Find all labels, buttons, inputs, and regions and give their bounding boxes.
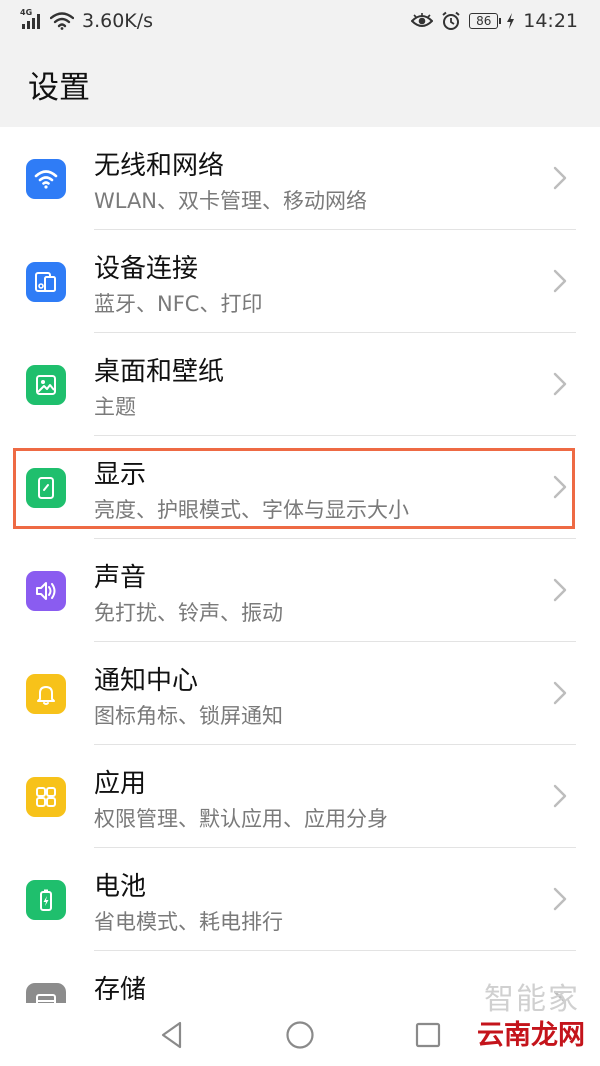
cellular-signal-icon: 4G [20,8,40,29]
chevron-right-icon [553,681,567,705]
watermark: 智能家 云南龙网 [474,982,588,1054]
settings-item-title: 桌面和壁纸 [94,357,225,387]
settings-item-title: 显示 [94,460,147,490]
chevron-right-icon [553,475,567,499]
wifi-icon [26,159,66,199]
settings-item-subtitle: 免打扰、铃声、振动 [94,601,283,625]
settings-item-subtitle: WLAN、双卡管理、移动网络 [94,189,368,213]
back-button[interactable] [155,1018,189,1052]
settings-item-subtitle: 主题 [94,395,136,419]
device-connect-icon [26,262,66,302]
sound-icon [26,571,66,611]
home-button[interactable] [283,1018,317,1052]
settings-item-subtitle: 省电模式、耗电排行 [94,910,283,934]
recent-apps-button[interactable] [411,1018,445,1052]
battery-icon [26,880,66,920]
page-header: 设置 [0,42,600,127]
chevron-right-icon [553,784,567,808]
settings-item-title: 设备连接 [94,254,199,284]
chevron-right-icon [553,269,567,293]
settings-item-title: 无线和网络 [94,151,225,181]
settings-item-subtitle: 亮度、护眼模式、字体与显示大小 [94,498,409,522]
settings-item-title: 存储 [94,975,147,1005]
settings-list: 无线和网络 WLAN、双卡管理、移动网络 设备连接 蓝牙、NFC、打印 桌面和壁… [0,127,600,1054]
watermark-ghost-text: 智能家 [484,982,580,1017]
settings-item-subtitle: 图标角标、锁屏通知 [94,704,283,728]
settings-item-display[interactable]: 显示 亮度、护眼模式、字体与显示大小 [0,436,600,539]
recent-square-icon [415,1022,441,1048]
settings-item-title: 声音 [94,563,147,593]
watermark-text: 云南龙网 [474,1018,588,1054]
status-bar: 4G 3.60K/s 86 14:21 [0,0,600,42]
back-triangle-icon [161,1021,182,1049]
settings-item-apps[interactable]: 应用 权限管理、默认应用、应用分身 [0,745,600,848]
page-title: 设置 [28,70,90,106]
settings-item-device-connection[interactable]: 设备连接 蓝牙、NFC、打印 [0,230,600,333]
status-right: 86 14:21 [411,10,578,32]
status-left: 4G 3.60K/s [20,8,154,32]
network-type-label: 4G [20,8,33,17]
battery-level: 86 [476,14,492,28]
wallpaper-icon [26,365,66,405]
settings-item-title: 通知中心 [94,666,199,696]
settings-item-subtitle: 蓝牙、NFC、打印 [94,292,263,316]
display-icon [26,468,66,508]
wifi-status-icon [50,12,74,30]
clock: 14:21 [523,10,578,32]
settings-item-notifications[interactable]: 通知中心 图标角标、锁屏通知 [0,642,600,745]
bell-icon [26,674,66,714]
settings-item-subtitle: 权限管理、默认应用、应用分身 [94,807,388,831]
home-circle-icon [286,1021,314,1049]
chevron-right-icon [553,166,567,190]
apps-icon [26,777,66,817]
settings-item-battery[interactable]: 电池 省电模式、耗电排行 [0,848,600,951]
chevron-right-icon [553,887,567,911]
network-speed: 3.60K/s [82,10,154,32]
settings-item-wireless-networks[interactable]: 无线和网络 WLAN、双卡管理、移动网络 [0,127,600,230]
chevron-right-icon [553,578,567,602]
eye-comfort-icon [411,13,434,27]
charging-icon [507,13,515,29]
settings-item-title: 电池 [94,872,147,902]
settings-item-sound[interactable]: 声音 免打扰、铃声、振动 [0,539,600,642]
chevron-right-icon [553,372,567,396]
battery-level-icon: 86 [469,13,502,29]
settings-item-home-screen-wallpaper[interactable]: 桌面和壁纸 主题 [0,333,600,436]
settings-item-title: 应用 [94,769,147,799]
alarm-icon [442,11,460,30]
